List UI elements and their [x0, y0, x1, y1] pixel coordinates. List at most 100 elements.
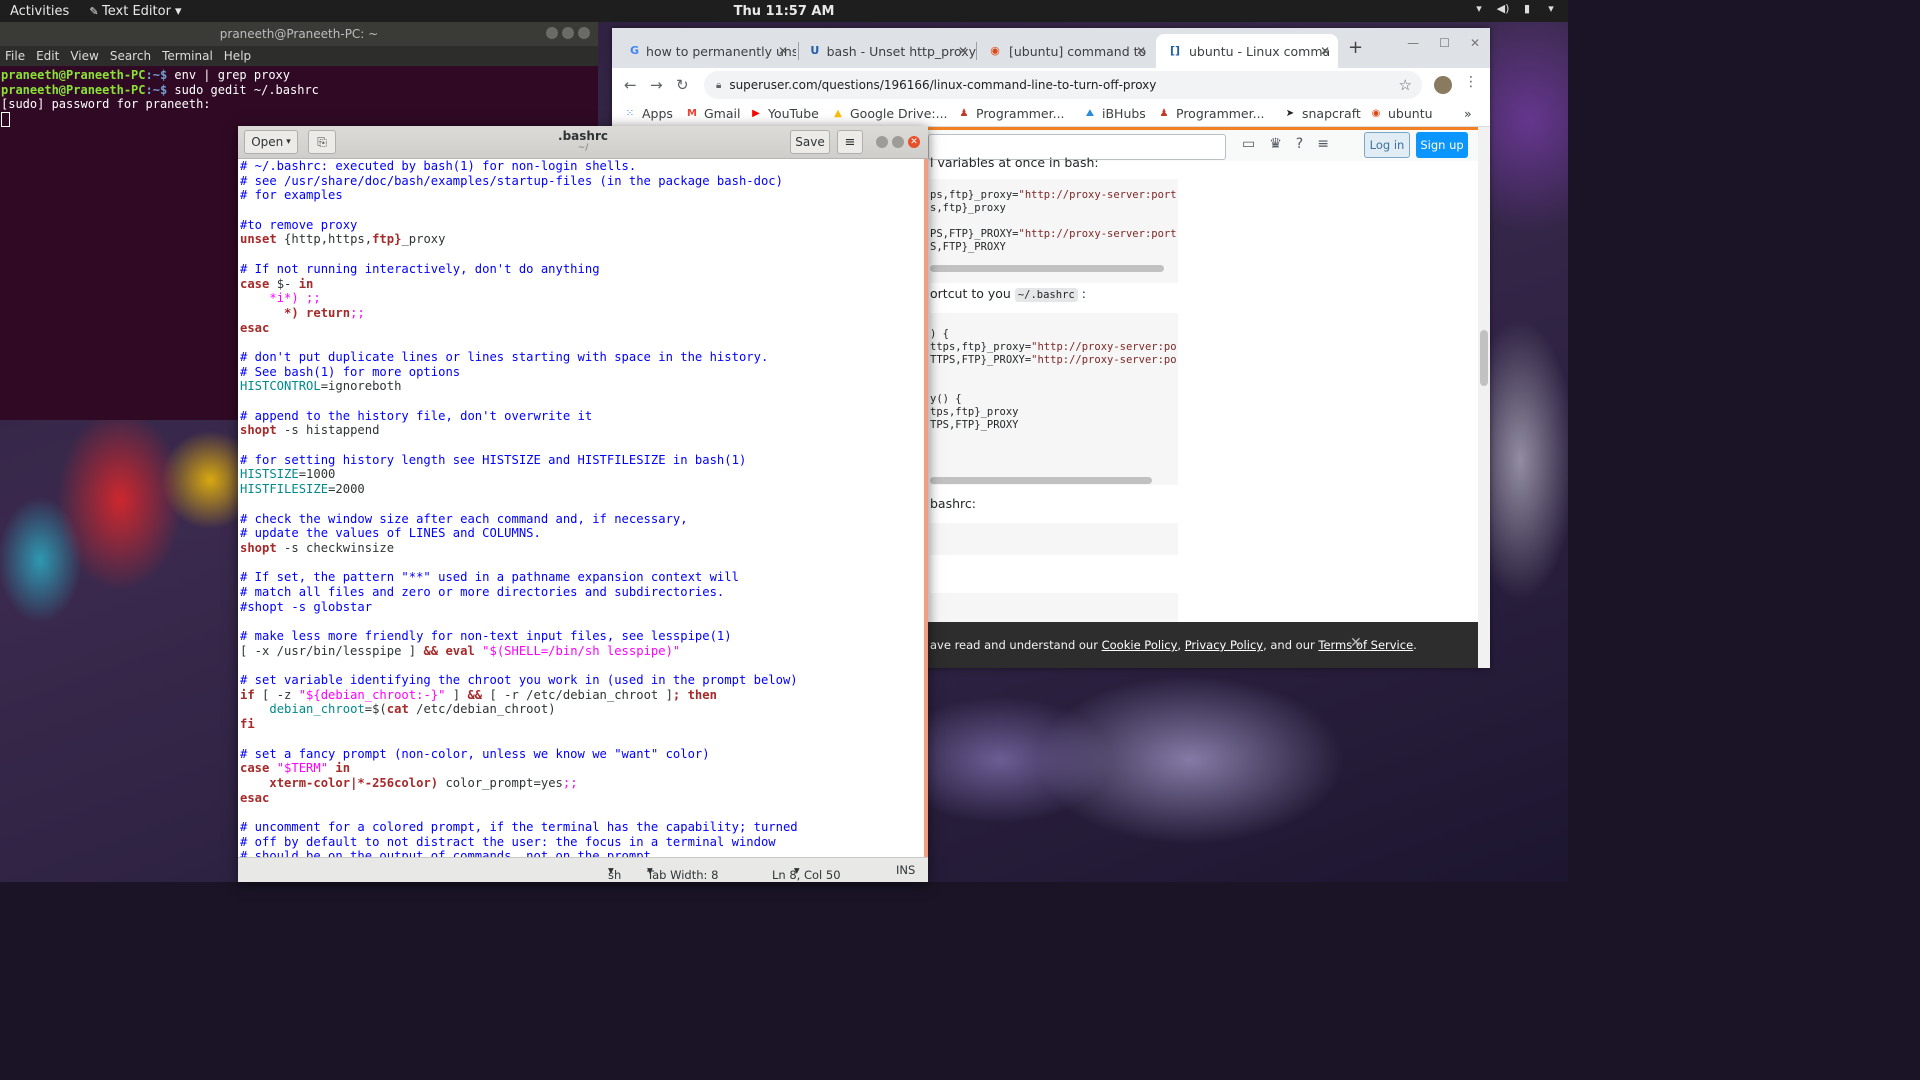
terminal-titlebar[interactable]: praneeth@Praneeth-PC: ~ [0, 22, 598, 46]
code-line[interactable] [240, 203, 928, 218]
code-line[interactable]: #to remove proxy [240, 218, 928, 233]
code-line[interactable]: *i*) ;; [240, 291, 928, 306]
cursor-position[interactable]: Ln 8, Col 50 ▾ [772, 863, 841, 882]
achievements-icon[interactable]: ♛ [1269, 136, 1282, 152]
code-line[interactable] [240, 497, 928, 512]
code-line[interactable]: # ~/.bashrc: executed by bash(1) for non… [240, 159, 928, 174]
code-line[interactable]: debian_chroot=$(cat /etc/debian_chroot) [240, 702, 928, 717]
code-line[interactable] [240, 805, 928, 820]
open-button[interactable]: Open ▾ [244, 130, 298, 154]
text-editor-area[interactable]: # ~/.bashrc: executed by bash(1) for non… [238, 159, 928, 857]
code-line[interactable] [240, 438, 928, 453]
code-line[interactable] [240, 394, 928, 409]
cookie-close-icon[interactable]: ✕ [1350, 635, 1362, 651]
bookmark-gmail[interactable]: M Gmail [686, 106, 740, 121]
privacy-policy-link[interactable]: Privacy Policy [1185, 638, 1263, 652]
editor-scrollbar[interactable] [924, 159, 928, 857]
clock[interactable]: Thu 11:57 AM [0, 4, 1568, 19]
close-tab-icon[interactable]: ✕ [958, 44, 968, 58]
new-document-icon[interactable]: ⎘ [308, 130, 336, 154]
minimize-button[interactable] [546, 27, 558, 39]
code-line[interactable]: if [ -z "${debian_chroot:-}" ] && [ -r /… [240, 688, 928, 703]
page-scrollbar[interactable] [1478, 127, 1490, 668]
code-line[interactable]: # should be on the output of commands, n… [240, 849, 928, 857]
code-line[interactable]: [ -x /usr/bin/lesspipe ] && eval "$(SHEL… [240, 644, 928, 659]
menu-file[interactable]: File [5, 49, 25, 63]
close-button[interactable]: ✕ [1470, 36, 1480, 50]
bookmark-programmer[interactable]: ♟ Programmer... [958, 106, 1065, 121]
volume-icon[interactable]: ◀) [1496, 2, 1510, 16]
browser-tab[interactable]: U bash - Unset http_proxy ✕ [798, 34, 976, 68]
hamburger-menu-icon[interactable]: ≡ [837, 130, 863, 154]
browser-tab[interactable]: ◉ [ubuntu] command to ✕ [976, 34, 1154, 68]
code-line[interactable]: # See bash(1) for more options [240, 365, 928, 380]
code-line[interactable]: # don't put duplicate lines or lines sta… [240, 350, 928, 365]
menu-edit[interactable]: Edit [36, 49, 59, 63]
inbox-icon[interactable]: ▭ [1242, 136, 1255, 152]
reload-icon[interactable]: ↻ [676, 76, 689, 94]
menu-help[interactable]: Help [224, 49, 251, 63]
site-switcher-icon[interactable]: ≡ [1317, 136, 1329, 152]
system-tray[interactable]: ▾ ◀) ▮ ▾ [1472, 2, 1558, 16]
code-line[interactable]: # for examples [240, 188, 928, 203]
code-line[interactable]: # off by default to not distract the use… [240, 835, 928, 850]
code-line[interactable]: fi [240, 717, 928, 732]
code-line[interactable] [240, 614, 928, 629]
code-line[interactable]: HISTCONTROL=ignoreboth [240, 379, 928, 394]
terms-of-service-link[interactable]: Terms of Service [1318, 638, 1413, 652]
close-button[interactable]: ✕ [908, 136, 920, 148]
code-line[interactable]: # append to the history file, don't over… [240, 409, 928, 424]
insert-mode[interactable]: INS [896, 863, 915, 877]
code-line[interactable]: # match all files and zero or more direc… [240, 585, 928, 600]
code-line[interactable]: case $- in [240, 277, 928, 292]
bookmark-youtube[interactable]: ▶ YouTube [750, 106, 819, 121]
code-line[interactable]: # If set, the pattern "**" used in a pat… [240, 570, 928, 585]
menu-kebab-icon[interactable]: ⋮ [1464, 74, 1478, 90]
login-button[interactable]: Log in [1364, 132, 1410, 158]
code-line[interactable]: # uncomment for a colored prompt, if the… [240, 820, 928, 835]
code-line[interactable] [240, 556, 928, 571]
battery-icon[interactable]: ▮ [1520, 2, 1534, 16]
profile-avatar[interactable] [1434, 76, 1452, 94]
close-tab-icon[interactable]: ✕ [778, 44, 788, 58]
code-scrollbar[interactable] [930, 477, 1152, 484]
activities-button[interactable]: Activities [0, 4, 79, 19]
browser-tab-active[interactable]: [] ubuntu - Linux comma ✕ [1156, 34, 1338, 68]
code-line[interactable]: shopt -s checkwinsize [240, 541, 928, 556]
address-bar[interactable]: 🔒︎ superuser.com/questions/196166/linux-… [704, 71, 1422, 99]
save-button[interactable]: Save [790, 130, 830, 154]
code-line[interactable]: # set variable identifying the chroot yo… [240, 673, 928, 688]
new-tab-button[interactable]: + [1348, 37, 1363, 58]
code-line[interactable]: case "$TERM" in [240, 761, 928, 776]
back-arrow-icon[interactable]: ← [624, 76, 637, 94]
bookmark-ibhubs[interactable]: ⛰ iBHubs [1084, 106, 1146, 121]
code-line[interactable]: *) return;; [240, 306, 928, 321]
code-line[interactable] [240, 732, 928, 747]
close-button[interactable] [578, 27, 590, 39]
maximize-button[interactable] [892, 136, 904, 148]
scrollbar-thumb[interactable] [1480, 330, 1488, 386]
code-line[interactable]: esac [240, 791, 928, 806]
code-line[interactable]: #shopt -s globstar [240, 600, 928, 615]
gedit-window[interactable]: Open ▾ ⎘ .bashrc ~/ Save ≡ ✕ # ~/.bashrc:… [238, 126, 928, 882]
network-icon[interactable]: ▾ [1472, 2, 1486, 16]
maximize-button[interactable]: ☐ [1439, 36, 1450, 50]
code-line[interactable]: # check the window size after each comma… [240, 512, 928, 527]
bookmark-programmer[interactable]: ♟ Programmer... [1158, 106, 1265, 121]
code-line[interactable]: HISTFILESIZE=2000 [240, 482, 928, 497]
code-line[interactable]: HISTSIZE=1000 [240, 467, 928, 482]
close-tab-icon[interactable]: ✕ [1320, 44, 1330, 58]
system-menu-icon[interactable]: ▾ [1544, 2, 1558, 16]
help-icon[interactable]: ? [1296, 136, 1303, 152]
tab-width-selector[interactable]: Tab Width: 8 ▾ [647, 863, 718, 882]
menu-search[interactable]: Search [110, 49, 151, 63]
code-line[interactable]: esac [240, 321, 928, 336]
code-line[interactable]: # for setting history length see HISTSIZ… [240, 453, 928, 468]
bookmark-ubuntu[interactable]: ◉ ubuntu [1370, 106, 1433, 121]
minimize-button[interactable] [876, 136, 888, 148]
bookmark-snapcraft[interactable]: ➤ snapcraft [1284, 106, 1361, 121]
code-line[interactable]: # make less more friendly for non-text i… [240, 629, 928, 644]
maximize-button[interactable] [562, 27, 574, 39]
menu-terminal[interactable]: Terminal [162, 49, 213, 63]
lock-icon[interactable]: 🔒︎ [716, 80, 721, 91]
